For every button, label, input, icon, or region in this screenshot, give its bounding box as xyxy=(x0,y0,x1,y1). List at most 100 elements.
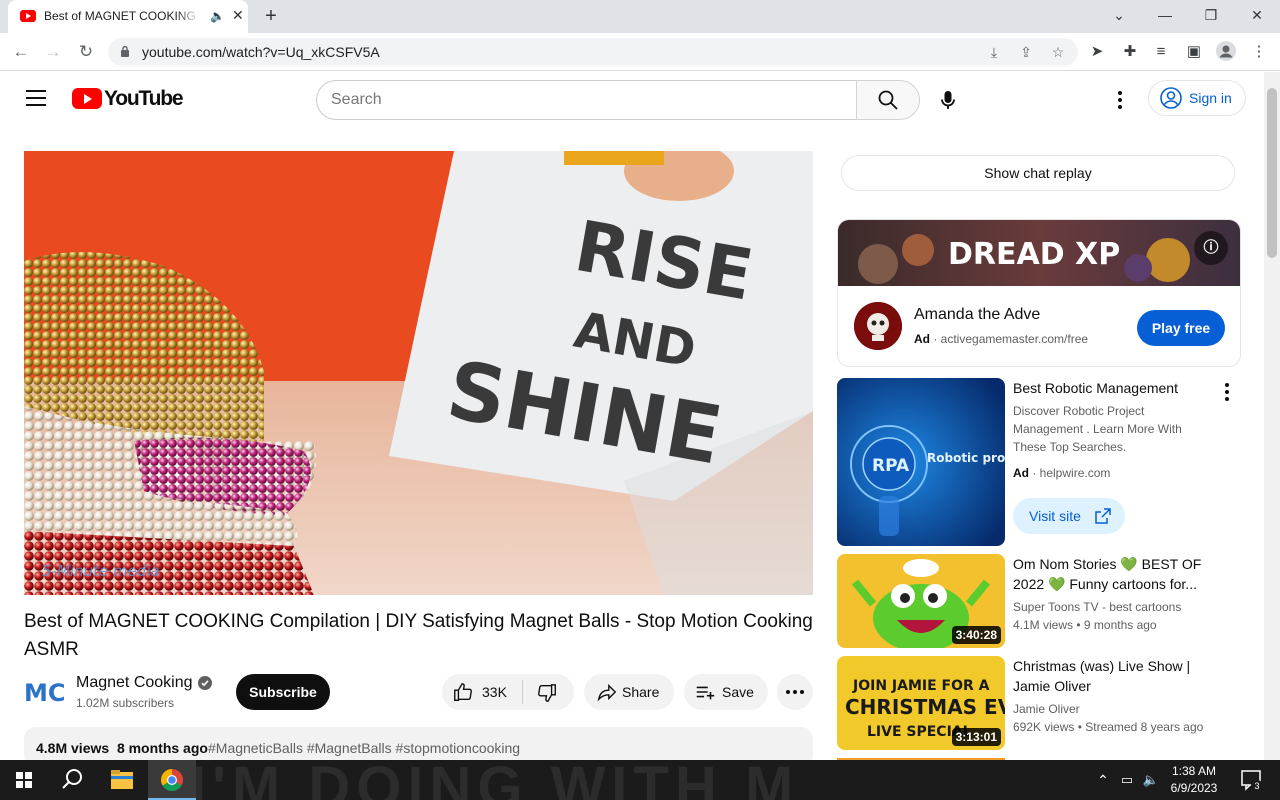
promoted-rec-robotic[interactable]: RPA Robotic proc automation Best Robotic… xyxy=(837,378,1241,546)
taskbar-search-icon[interactable] xyxy=(48,760,96,800)
dislike-button[interactable] xyxy=(523,674,574,710)
playlist-add-icon xyxy=(696,686,715,700)
promo-description: Discover Robotic Project Management . Le… xyxy=(1013,404,1182,454)
visit-site-button[interactable]: Visit site xyxy=(1013,498,1125,534)
rec-thumbnail[interactable]: 3:40:28 xyxy=(837,554,1005,648)
page-scrollbar[interactable] xyxy=(1264,72,1280,760)
windows-taskbar: I'M DOING WITH M ⌃ ▭ 🔈 1:38 AM 6/9/2023 … xyxy=(0,760,1280,800)
rec-meta: 4.1M views • 9 months ago xyxy=(1013,618,1157,632)
rec-thumbnail[interactable]: JOIN JAMIE FOR A CHRISTMAS EVE LIVE SPEC… xyxy=(837,656,1005,750)
search-box[interactable] xyxy=(316,80,857,120)
verified-check-icon xyxy=(198,676,212,690)
url-text: youtube.com/watch?v=Uq_xkCSFV5A xyxy=(142,44,380,60)
bookmark-star-icon[interactable]: ☆ xyxy=(1048,42,1068,62)
visit-site-label: Visit site xyxy=(1029,508,1081,524)
rec-channel[interactable]: Jamie Oliver xyxy=(1013,702,1080,716)
media-controls-icon[interactable]: ≡ xyxy=(1150,41,1172,63)
duration-badge: 3:13:01 xyxy=(951,728,1001,746)
search-input[interactable] xyxy=(331,89,831,111)
minimize-window-button[interactable]: — xyxy=(1150,4,1180,26)
game-ad-card[interactable]: DREAD XP ⓘ Amanda the Adve Ad · activega… xyxy=(837,219,1241,367)
promo-thumbnail[interactable]: RPA Robotic proc automation xyxy=(837,378,1005,546)
promo-more-icon[interactable] xyxy=(1217,380,1237,404)
svg-text:RPA: RPA xyxy=(872,456,910,476)
youtube-wordmark: YouTube xyxy=(104,87,184,110)
address-bar[interactable]: youtube.com/watch?v=Uq_xkCSFV5A ⤓ ⇪ ☆ xyxy=(108,38,1078,66)
like-count: 33K xyxy=(482,684,507,700)
ad-banner-image: DREAD XP ⓘ xyxy=(838,220,1240,286)
video-player[interactable]: RISE AND SHINE 5-Minute media xyxy=(24,151,813,595)
browser-toolbar: ← → ↻ youtube.com/watch?v=Uq_xkCSFV5A ⤓ … xyxy=(0,33,1280,71)
guide-menu-icon[interactable] xyxy=(26,90,46,106)
ad-banner-text: DREAD XP xyxy=(948,237,1120,272)
subscribe-button[interactable]: Subscribe xyxy=(236,674,330,710)
tab-audio-icon[interactable]: 🔈 xyxy=(210,9,225,23)
back-button[interactable]: ← xyxy=(10,41,32,63)
hashtags[interactable]: #MagneticBalls #MagnetBalls #stopmotionc… xyxy=(208,740,520,756)
chrome-taskbar-icon[interactable] xyxy=(148,760,196,800)
rec-channel[interactable]: Super Toons TV - best cartoons xyxy=(1013,600,1181,614)
start-button[interactable] xyxy=(0,760,48,800)
file-explorer-icon[interactable] xyxy=(98,760,146,800)
svg-text:CHRISTMAS EVE: CHRISTMAS EVE xyxy=(845,695,1005,719)
video-title: Best of MAGNET COOKING Compilation | DIY… xyxy=(24,611,813,660)
forward-button[interactable]: → xyxy=(42,41,64,63)
profile-avatar-icon[interactable] xyxy=(1215,41,1237,63)
rec-video-jamie-oliver[interactable]: JOIN JAMIE FOR A CHRISTMAS EVE LIVE SPEC… xyxy=(837,656,1241,750)
tab-search-chevron-icon[interactable]: ⌄ xyxy=(1104,4,1134,26)
ad-info-icon[interactable]: ⓘ xyxy=(1194,231,1228,265)
svg-text:Robotic proc automation: Robotic proc automation xyxy=(927,451,1005,465)
microphone-icon xyxy=(941,91,955,109)
channel-avatar[interactable]: MC xyxy=(24,675,66,707)
show-chat-replay-button[interactable]: Show chat replay xyxy=(841,155,1235,191)
close-window-button[interactable]: ✕ xyxy=(1242,4,1272,26)
promo-domain-line: Ad · helpwire.com xyxy=(1013,466,1111,480)
side-panel-icon[interactable]: ▣ xyxy=(1183,41,1205,63)
share-arrow-icon xyxy=(597,683,617,702)
notification-center-icon[interactable]: 3 xyxy=(1232,760,1272,800)
share-page-icon[interactable]: ⇪ xyxy=(1016,42,1036,62)
reload-button[interactable]: ↻ xyxy=(75,41,97,63)
settings-kebab-icon[interactable] xyxy=(1108,88,1132,112)
extension-pointer-icon[interactable]: ➤ xyxy=(1086,41,1108,63)
browser-tab-strip: Best of MAGNET COOKING Compilation 🔈 ✕ +… xyxy=(0,0,1280,33)
extensions-puzzle-icon[interactable]: ✚ xyxy=(1119,41,1141,63)
ad-title: Amanda the Adve xyxy=(914,306,1041,323)
more-actions-button[interactable] xyxy=(777,674,813,710)
install-app-icon[interactable]: ⤓ xyxy=(984,42,1004,62)
svg-text:JOIN JAMIE FOR A: JOIN JAMIE FOR A xyxy=(852,678,990,694)
view-count: 4.8M views 8 months ago xyxy=(36,740,208,756)
voice-search-button[interactable] xyxy=(934,86,962,114)
system-clock[interactable]: 1:38 AM 6/9/2023 xyxy=(1164,763,1224,797)
youtube-play-icon xyxy=(72,88,102,109)
new-tab-button[interactable]: + xyxy=(260,5,282,27)
svg-text:5-Minute media: 5-Minute media xyxy=(42,562,160,580)
video-frame: RISE AND SHINE 5-Minute media xyxy=(24,151,813,595)
network-icon[interactable]: ▭ xyxy=(1116,760,1138,800)
scrollbar-thumb[interactable] xyxy=(1267,88,1277,258)
rec-title: Christmas (was) Live Show | Jamie Oliver xyxy=(1013,658,1191,694)
clock-date: 6/9/2023 xyxy=(1170,781,1218,795)
channel-name[interactable]: Magnet Cooking xyxy=(76,674,193,692)
tray-chevron-icon[interactable]: ⌃ xyxy=(1092,760,1114,800)
browser-tab-active[interactable]: Best of MAGNET COOKING Compilation 🔈 ✕ xyxy=(8,0,248,33)
rec-meta: 692K views • Streamed 8 years ago xyxy=(1013,720,1204,734)
youtube-favicon-icon xyxy=(20,10,36,22)
save-label: Save xyxy=(722,684,754,700)
sign-in-button[interactable]: Sign in xyxy=(1148,80,1246,116)
wallpaper-text: I'M DOING WITH M xyxy=(190,760,800,800)
browser-menu-icon[interactable]: ⋮ xyxy=(1248,41,1270,63)
restore-window-button[interactable]: ❐ xyxy=(1196,4,1226,26)
save-button[interactable]: Save xyxy=(684,674,768,710)
like-button[interactable]: 33K xyxy=(442,674,522,710)
volume-muted-icon[interactable]: 🔈 xyxy=(1140,760,1162,800)
tab-close-icon[interactable]: ✕ xyxy=(232,7,244,24)
search-button[interactable] xyxy=(856,80,920,120)
ad-advertiser-icon xyxy=(854,302,902,350)
share-label: Share xyxy=(622,684,660,700)
youtube-masthead: YouTube Sign in xyxy=(0,72,1264,128)
share-button[interactable]: Share xyxy=(584,674,674,710)
play-free-button[interactable]: Play free xyxy=(1137,310,1225,346)
like-dislike-group: 33K xyxy=(442,674,574,710)
rec-video-om-nom[interactable]: 3:40:28 Om Nom Stories 💚 BEST OF 2022 💚 … xyxy=(837,554,1241,648)
